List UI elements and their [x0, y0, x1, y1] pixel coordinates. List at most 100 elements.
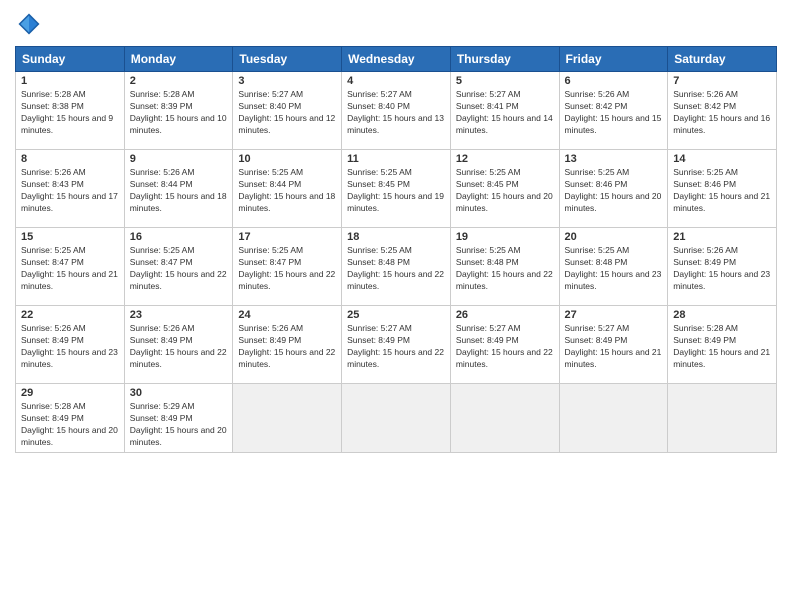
day-number: 1	[21, 75, 119, 87]
sunset-label: Sunset: 8:49 PM	[21, 335, 84, 345]
day-number: 30	[130, 387, 228, 399]
sunrise-label: Sunrise: 5:25 AM	[565, 167, 630, 177]
day-info: Sunrise: 5:26 AM Sunset: 8:42 PM Dayligh…	[565, 89, 663, 137]
day-number: 28	[673, 309, 771, 321]
daylight-label: Daylight: 15 hours and 21 minutes.	[673, 347, 770, 369]
calendar-cell: 20 Sunrise: 5:25 AM Sunset: 8:48 PM Dayl…	[559, 228, 668, 306]
day-number: 14	[673, 153, 771, 165]
calendar-cell: 24 Sunrise: 5:26 AM Sunset: 8:49 PM Dayl…	[233, 306, 342, 384]
calendar-cell: 21 Sunrise: 5:26 AM Sunset: 8:49 PM Dayl…	[668, 228, 777, 306]
daylight-label: Daylight: 15 hours and 13 minutes.	[347, 113, 444, 135]
daylight-label: Daylight: 15 hours and 10 minutes.	[130, 113, 227, 135]
sunset-label: Sunset: 8:49 PM	[673, 257, 736, 267]
calendar-week-row: 8 Sunrise: 5:26 AM Sunset: 8:43 PM Dayli…	[16, 150, 777, 228]
calendar-cell	[233, 384, 342, 453]
sunrise-label: Sunrise: 5:27 AM	[347, 89, 412, 99]
daylight-label: Daylight: 15 hours and 20 minutes.	[565, 191, 662, 213]
sunrise-label: Sunrise: 5:25 AM	[238, 245, 303, 255]
sunrise-label: Sunrise: 5:25 AM	[347, 167, 412, 177]
day-number: 20	[565, 231, 663, 243]
daylight-label: Daylight: 15 hours and 22 minutes.	[347, 269, 444, 291]
day-info: Sunrise: 5:27 AM Sunset: 8:41 PM Dayligh…	[456, 89, 554, 137]
sunrise-label: Sunrise: 5:27 AM	[347, 323, 412, 333]
calendar-cell: 8 Sunrise: 5:26 AM Sunset: 8:43 PM Dayli…	[16, 150, 125, 228]
calendar-cell	[450, 384, 559, 453]
daylight-label: Daylight: 15 hours and 23 minutes.	[565, 269, 662, 291]
calendar-cell	[342, 384, 451, 453]
daylight-label: Daylight: 15 hours and 17 minutes.	[21, 191, 118, 213]
sunset-label: Sunset: 8:42 PM	[565, 101, 628, 111]
sunrise-label: Sunrise: 5:25 AM	[21, 245, 86, 255]
calendar-cell: 7 Sunrise: 5:26 AM Sunset: 8:42 PM Dayli…	[668, 72, 777, 150]
sunrise-label: Sunrise: 5:26 AM	[238, 323, 303, 333]
day-info: Sunrise: 5:27 AM Sunset: 8:40 PM Dayligh…	[238, 89, 336, 137]
sunset-label: Sunset: 8:49 PM	[673, 335, 736, 345]
calendar-week-row: 29 Sunrise: 5:28 AM Sunset: 8:49 PM Dayl…	[16, 384, 777, 453]
calendar-col-sunday: Sunday	[16, 47, 125, 72]
daylight-label: Daylight: 15 hours and 22 minutes.	[238, 347, 335, 369]
calendar-col-friday: Friday	[559, 47, 668, 72]
logo	[15, 10, 47, 38]
sunrise-label: Sunrise: 5:25 AM	[673, 167, 738, 177]
calendar-col-saturday: Saturday	[668, 47, 777, 72]
day-info: Sunrise: 5:27 AM Sunset: 8:40 PM Dayligh…	[347, 89, 445, 137]
sunrise-label: Sunrise: 5:27 AM	[238, 89, 303, 99]
day-number: 19	[456, 231, 554, 243]
sunset-label: Sunset: 8:45 PM	[347, 179, 410, 189]
sunset-label: Sunset: 8:45 PM	[456, 179, 519, 189]
sunrise-label: Sunrise: 5:29 AM	[130, 401, 195, 411]
sunrise-label: Sunrise: 5:25 AM	[456, 167, 521, 177]
sunrise-label: Sunrise: 5:26 AM	[130, 323, 195, 333]
sunrise-label: Sunrise: 5:26 AM	[565, 89, 630, 99]
sunrise-label: Sunrise: 5:26 AM	[21, 323, 86, 333]
calendar-cell: 5 Sunrise: 5:27 AM Sunset: 8:41 PM Dayli…	[450, 72, 559, 150]
sunset-label: Sunset: 8:41 PM	[456, 101, 519, 111]
daylight-label: Daylight: 15 hours and 22 minutes.	[347, 347, 444, 369]
calendar-cell	[668, 384, 777, 453]
day-info: Sunrise: 5:25 AM Sunset: 8:46 PM Dayligh…	[673, 167, 771, 215]
day-number: 2	[130, 75, 228, 87]
logo-icon	[15, 10, 43, 38]
daylight-label: Daylight: 15 hours and 16 minutes.	[673, 113, 770, 135]
calendar-cell: 10 Sunrise: 5:25 AM Sunset: 8:44 PM Dayl…	[233, 150, 342, 228]
sunrise-label: Sunrise: 5:27 AM	[565, 323, 630, 333]
sunset-label: Sunset: 8:48 PM	[456, 257, 519, 267]
day-info: Sunrise: 5:26 AM Sunset: 8:49 PM Dayligh…	[673, 245, 771, 293]
sunset-label: Sunset: 8:46 PM	[565, 179, 628, 189]
sunrise-label: Sunrise: 5:25 AM	[238, 167, 303, 177]
calendar-col-wednesday: Wednesday	[342, 47, 451, 72]
day-number: 10	[238, 153, 336, 165]
sunset-label: Sunset: 8:49 PM	[238, 335, 301, 345]
sunrise-label: Sunrise: 5:27 AM	[456, 323, 521, 333]
day-info: Sunrise: 5:26 AM Sunset: 8:42 PM Dayligh…	[673, 89, 771, 137]
day-info: Sunrise: 5:26 AM Sunset: 8:49 PM Dayligh…	[21, 323, 119, 371]
day-info: Sunrise: 5:25 AM Sunset: 8:48 PM Dayligh…	[456, 245, 554, 293]
daylight-label: Daylight: 15 hours and 15 minutes.	[565, 113, 662, 135]
daylight-label: Daylight: 15 hours and 22 minutes.	[456, 269, 553, 291]
day-info: Sunrise: 5:28 AM Sunset: 8:38 PM Dayligh…	[21, 89, 119, 137]
day-number: 27	[565, 309, 663, 321]
calendar-header-row: SundayMondayTuesdayWednesdayThursdayFrid…	[16, 47, 777, 72]
day-number: 29	[21, 387, 119, 399]
day-number: 3	[238, 75, 336, 87]
daylight-label: Daylight: 15 hours and 9 minutes.	[21, 113, 113, 135]
day-info: Sunrise: 5:25 AM Sunset: 8:48 PM Dayligh…	[565, 245, 663, 293]
sunset-label: Sunset: 8:39 PM	[130, 101, 193, 111]
day-info: Sunrise: 5:26 AM Sunset: 8:49 PM Dayligh…	[238, 323, 336, 371]
sunrise-label: Sunrise: 5:26 AM	[673, 89, 738, 99]
day-number: 23	[130, 309, 228, 321]
day-number: 9	[130, 153, 228, 165]
calendar-cell: 14 Sunrise: 5:25 AM Sunset: 8:46 PM Dayl…	[668, 150, 777, 228]
daylight-label: Daylight: 15 hours and 22 minutes.	[238, 269, 335, 291]
day-info: Sunrise: 5:25 AM Sunset: 8:47 PM Dayligh…	[130, 245, 228, 293]
day-info: Sunrise: 5:27 AM Sunset: 8:49 PM Dayligh…	[456, 323, 554, 371]
calendar-col-thursday: Thursday	[450, 47, 559, 72]
calendar-cell: 23 Sunrise: 5:26 AM Sunset: 8:49 PM Dayl…	[124, 306, 233, 384]
day-number: 24	[238, 309, 336, 321]
sunset-label: Sunset: 8:48 PM	[347, 257, 410, 267]
daylight-label: Daylight: 15 hours and 22 minutes.	[130, 347, 227, 369]
calendar-cell: 1 Sunrise: 5:28 AM Sunset: 8:38 PM Dayli…	[16, 72, 125, 150]
sunrise-label: Sunrise: 5:25 AM	[130, 245, 195, 255]
calendar-cell: 25 Sunrise: 5:27 AM Sunset: 8:49 PM Dayl…	[342, 306, 451, 384]
header	[15, 10, 777, 38]
